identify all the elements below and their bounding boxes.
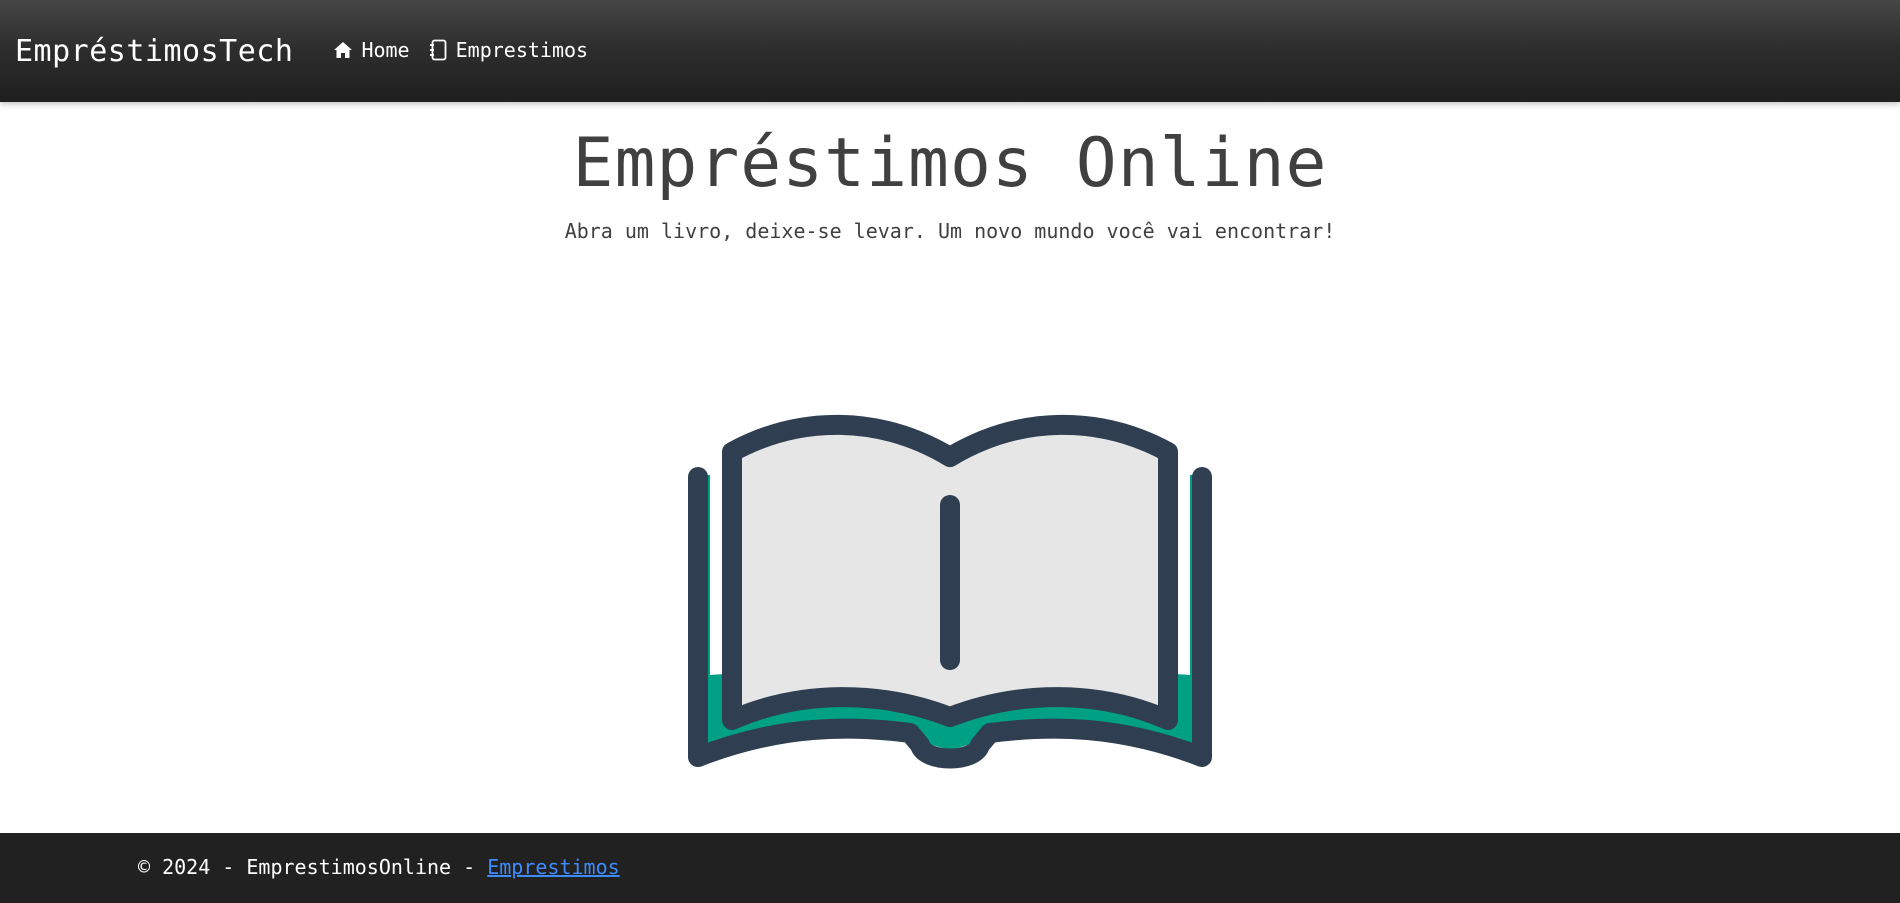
page-subtitle: Abra um livro, deixe-se levar. Um novo m… [564, 219, 1336, 243]
footer-content: © 2024 - EmprestimosOnline - Emprestimos [138, 855, 620, 879]
nav-link-home-label: Home [361, 38, 410, 62]
home-icon [334, 42, 353, 58]
open-book-icon [688, 414, 1212, 769]
nav-link-emprestimos[interactable]: Emprestimos [428, 38, 588, 62]
footer-copyright: © 2024 - EmprestimosOnline - [138, 855, 476, 879]
top-navbar: EmpréstimosTech Home Emprestimos [0, 0, 1900, 102]
page-footer: © 2024 - EmprestimosOnline - Emprestimos [0, 833, 1900, 903]
nav-link-home[interactable]: Home [333, 38, 410, 62]
notebook-icon [429, 39, 447, 61]
footer-link-emprestimos[interactable]: Emprestimos [487, 855, 619, 879]
nav-links: Home Emprestimos [315, 38, 588, 62]
page-title: Empréstimos Online [572, 124, 1328, 203]
brand-logo-link[interactable]: EmpréstimosTech [15, 34, 293, 69]
nav-link-emprestimos-label: Emprestimos [455, 38, 589, 62]
